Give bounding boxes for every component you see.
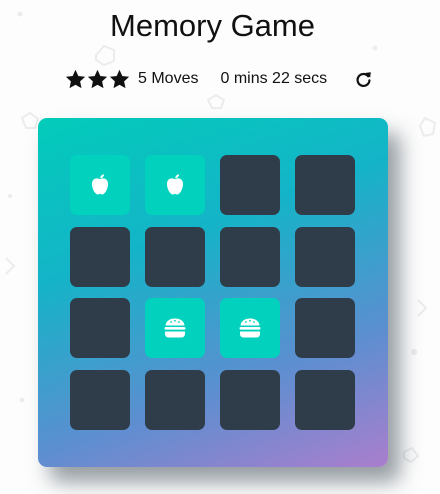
card-deck bbox=[38, 118, 388, 467]
card[interactable] bbox=[295, 369, 355, 430]
star-rating bbox=[66, 69, 129, 89]
burger-icon bbox=[164, 318, 186, 338]
restart-icon[interactable] bbox=[355, 71, 372, 88]
card[interactable] bbox=[295, 155, 355, 215]
card[interactable] bbox=[220, 226, 280, 287]
moves-counter: 5 Moves bbox=[138, 70, 199, 87]
card[interactable] bbox=[220, 369, 280, 430]
restart-button[interactable] bbox=[355, 71, 372, 88]
star-icon bbox=[88, 69, 107, 88]
timer: 0 mins 22 secs bbox=[220, 70, 328, 87]
card[interactable] bbox=[70, 226, 130, 287]
page-title: Memory Game bbox=[110, 8, 315, 43]
card[interactable] bbox=[295, 226, 355, 287]
card[interactable] bbox=[220, 298, 280, 358]
star-icon bbox=[110, 69, 129, 88]
card[interactable] bbox=[70, 369, 130, 430]
burger-icon bbox=[239, 318, 261, 338]
card[interactable] bbox=[145, 298, 205, 358]
card[interactable] bbox=[145, 369, 205, 430]
apple-icon bbox=[92, 174, 108, 195]
card[interactable] bbox=[70, 155, 130, 215]
score-panel: 5 Moves 0 mins 22 secs bbox=[66, 68, 372, 90]
card[interactable] bbox=[70, 298, 130, 358]
card[interactable] bbox=[295, 298, 355, 358]
apple-icon bbox=[167, 174, 183, 195]
card[interactable] bbox=[220, 155, 280, 215]
card[interactable] bbox=[145, 226, 205, 287]
card[interactable] bbox=[145, 155, 205, 215]
star-icon bbox=[66, 69, 85, 88]
